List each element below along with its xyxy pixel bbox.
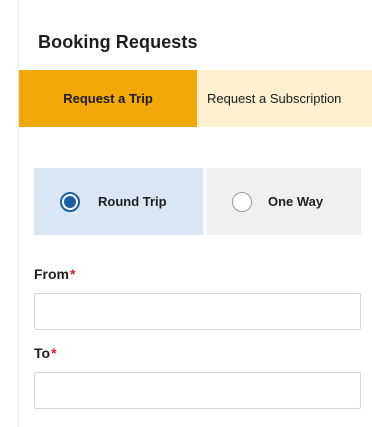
- from-field-label: From*: [34, 266, 75, 282]
- left-divider: [18, 0, 19, 427]
- to-label-text: To: [34, 345, 51, 361]
- round-trip-option[interactable]: Round Trip: [34, 168, 203, 235]
- radio-unchecked-icon[interactable]: [232, 191, 252, 212]
- from-label-text: From: [34, 266, 69, 282]
- request-tabs: Request a Trip Request a Subscription: [19, 70, 372, 127]
- booking-requests-panel: Booking Requests Request a Trip Request …: [0, 0, 372, 427]
- to-field-label: To*: [34, 345, 57, 361]
- tab-request-a-subscription[interactable]: Request a Subscription: [197, 70, 372, 127]
- tab-request-a-trip[interactable]: Request a Trip: [19, 70, 197, 127]
- tab-label: Request a Trip: [63, 91, 153, 106]
- to-input[interactable]: [34, 372, 361, 409]
- tab-label: Request a Subscription: [207, 91, 342, 106]
- one-way-option[interactable]: One Way: [207, 168, 361, 235]
- from-input[interactable]: [34, 293, 361, 330]
- one-way-label: One Way: [268, 194, 324, 209]
- radio-checked-icon[interactable]: [60, 191, 80, 212]
- required-asterisk: *: [51, 345, 57, 361]
- round-trip-label: Round Trip: [98, 194, 167, 209]
- required-asterisk: *: [70, 266, 76, 282]
- page-title: Booking Requests: [38, 32, 198, 52]
- trip-type-selector: Round Trip One Way: [34, 168, 361, 235]
